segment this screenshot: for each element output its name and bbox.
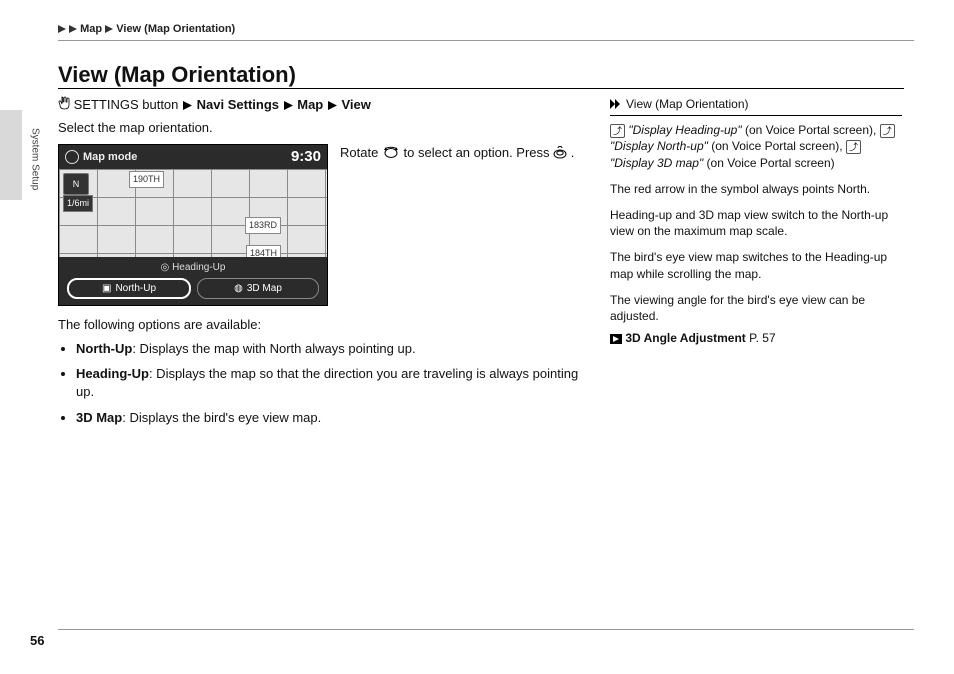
section-tab-label: System Setup: [28, 128, 42, 190]
option-desc: : Displays the bird's eye view map.: [122, 410, 321, 425]
option-desc: : Displays the map so that the direction…: [76, 366, 578, 399]
chevron-right-icon: [105, 25, 113, 33]
list-item: Heading-Up: Displays the map so that the…: [76, 365, 588, 400]
page-title: View (Map Orientation): [58, 60, 296, 90]
intro-text: Select the map orientation.: [58, 119, 588, 137]
options-list: North-Up: Displays the map with North al…: [60, 340, 588, 426]
option-name: North-Up: [76, 341, 132, 356]
xref-label: 3D Angle Adjustment: [625, 331, 745, 345]
breadcrumb-seg-1: Map: [80, 23, 102, 35]
voice-commands: ⤴ "Display Heading-up" (on Voice Portal …: [610, 122, 902, 171]
hand-icon: [58, 98, 74, 113]
menu-path: SETTINGS button Navi Settings Map View: [58, 96, 588, 115]
section-tab: [0, 110, 22, 200]
chevron-right-icon: [69, 25, 77, 33]
nav-step-3: View: [342, 97, 371, 112]
double-chevron-icon: [610, 99, 622, 109]
chevron-right-icon: [183, 97, 192, 115]
chevron-right-icon: [328, 97, 337, 115]
breadcrumb-seg-2: View (Map Orientation): [116, 23, 235, 35]
map-scale: 1/6mi: [63, 195, 93, 211]
divider: [58, 88, 904, 89]
page-number: 56: [30, 632, 44, 650]
voice-command-icon: ⤴: [846, 140, 861, 154]
nav-option-north-up[interactable]: ▣ North-Up: [67, 278, 191, 300]
target-icon: ◎: [161, 262, 170, 273]
aside-paragraph: The viewing angle for the bird's eye vie…: [610, 292, 902, 324]
aside-paragraph: The red arrow in the symbol always point…: [610, 181, 902, 197]
cross-reference: 3D Angle Adjustment P. 57: [610, 330, 902, 346]
figure-caption: Rotate to select an option. Press .: [340, 144, 588, 163]
list-item: North-Up: Displays the map with North al…: [76, 340, 588, 358]
breadcrumb: Map View (Map Orientation): [58, 22, 235, 37]
chevron-right-icon: [58, 25, 66, 33]
option-desc: : Displays the map with North always poi…: [132, 341, 415, 356]
xref-page: P. 57: [749, 331, 775, 345]
aside-title: View (Map Orientation): [626, 96, 749, 112]
nav-screen-title: Map mode: [83, 150, 137, 165]
gear-icon: [65, 150, 79, 164]
cube-icon: ◍: [234, 282, 243, 296]
caption-text: .: [571, 145, 575, 160]
list-item: 3D Map: Displays the bird's eye view map…: [76, 409, 588, 427]
nav-step-1: Navi Settings: [197, 97, 279, 112]
caption-text: Rotate: [340, 145, 382, 160]
option-name: 3D Map: [76, 410, 122, 425]
caption-text: to select an option. Press: [404, 145, 554, 160]
compass-icon: N: [63, 173, 89, 195]
voice-command-icon: ⤴: [880, 124, 895, 138]
street-label: 190TH: [129, 171, 164, 187]
rotary-dial-icon: [382, 145, 400, 164]
voice-context: (on Voice Portal screen),: [742, 123, 880, 137]
enter-button-icon: [553, 145, 567, 164]
nav-settings-button-label: SETTINGS button: [74, 97, 179, 112]
voice-context: (on Voice Portal screen),: [708, 139, 846, 153]
options-intro: The following options are available:: [58, 316, 588, 334]
nav-step-2: Map: [297, 97, 323, 112]
nav-option-label: North-Up: [115, 282, 156, 296]
voice-phrase: "Display 3D map": [610, 156, 703, 170]
voice-phrase: "Display Heading-up": [628, 123, 741, 137]
street-label: 183RD: [245, 217, 281, 233]
nav-clock: 9:30: [291, 147, 321, 167]
option-name: Heading-Up: [76, 366, 149, 381]
aside-paragraph: Heading-up and 3D map view switch to the…: [610, 207, 902, 239]
nav-menu-title: Heading-Up: [172, 262, 225, 273]
nav-option-label: 3D Map: [247, 282, 282, 296]
aside-header: View (Map Orientation): [610, 96, 902, 116]
voice-phrase: "Display North-up": [610, 139, 708, 153]
divider: [58, 629, 914, 630]
voice-context: (on Voice Portal screen): [703, 156, 834, 170]
nav-screenshot: Map mode 9:30 N 1/6mi 190TH 183RD 184TH …: [58, 144, 328, 306]
link-arrow-icon: [610, 331, 625, 345]
compass-n-icon: ▣: [102, 282, 111, 296]
aside-paragraph: The bird's eye view map switches to the …: [610, 249, 902, 281]
chevron-right-icon: [284, 97, 293, 115]
nav-option-3d-map[interactable]: ◍ 3D Map: [197, 278, 319, 300]
divider: [58, 40, 914, 41]
voice-command-icon: ⤴: [610, 124, 625, 138]
